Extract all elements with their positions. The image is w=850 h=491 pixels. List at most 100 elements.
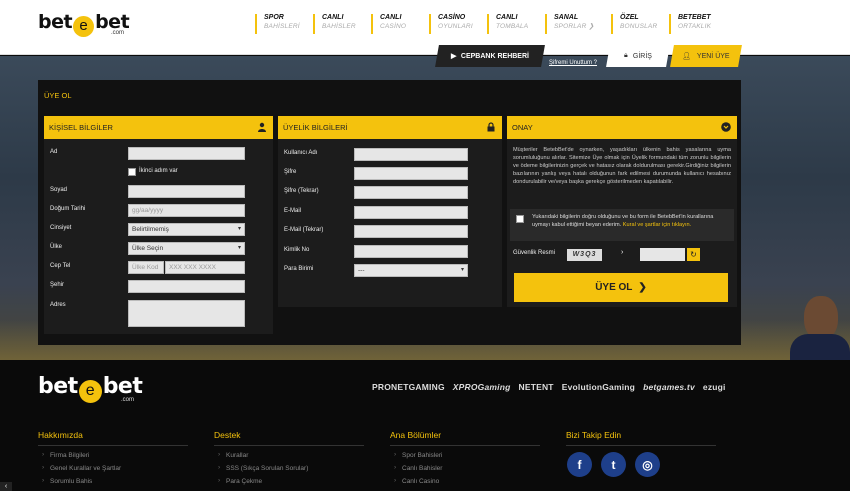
logo-e-badge: e — [78, 380, 102, 403]
arrow-right-icon: › — [621, 249, 624, 256]
email-input[interactable] — [354, 206, 468, 219]
twitter-icon[interactable]: t — [601, 452, 626, 477]
country-value: Ülke Seçin — [132, 245, 164, 252]
password-input[interactable] — [354, 167, 468, 180]
city-input[interactable] — [128, 280, 245, 293]
footer-link[interactable]: Sorumlu Bahis — [38, 477, 188, 485]
footer-link[interactable]: Canlı Bahisler — [390, 464, 540, 472]
gender-select[interactable]: Belirtilmemiş ▾ — [128, 223, 245, 236]
membership-info-header: ÜYELİK BİLGİLERİ — [278, 116, 502, 139]
currency-value: --- — [358, 267, 365, 274]
logo-domain: .com — [121, 397, 135, 403]
forgot-password-link[interactable]: Şifremi Unuttum ? — [549, 60, 597, 66]
nav-sublabel: OYUNLARI — [438, 23, 473, 30]
password-confirm-input[interactable] — [354, 186, 468, 199]
phone-country-code-input[interactable]: Ülke Kod — [128, 261, 164, 274]
footer-col-about: Hakkımızda Firma Bilgileri Genel Kuralla… — [38, 430, 188, 485]
email-confirm-input[interactable] — [354, 225, 468, 238]
nav-label: ÖZEL — [620, 14, 639, 21]
provider-evolution: EvolutionGaming — [561, 382, 636, 392]
username-input[interactable] — [354, 148, 468, 161]
provider-xprogaming: XPROGaming — [452, 382, 511, 392]
nav-label: CASİNO — [438, 14, 466, 21]
nav-spor-bahisleri[interactable]: SPOR BAHİSLERİ — [255, 14, 313, 34]
footer-col-title: Bizi Takip Edin — [566, 430, 716, 446]
nav-canli-bahisler[interactable]: CANLI BAHİSLER — [313, 14, 371, 34]
country-select[interactable]: Ülke Seçin ▾ — [128, 242, 245, 255]
submit-register-button[interactable]: ÜYE OL ❯ — [514, 273, 728, 302]
id-number-input[interactable] — [354, 245, 468, 258]
terms-text: Müşteriler BetebBet'de oynarken, yaşadık… — [513, 147, 731, 185]
instagram-icon[interactable]: ◎ — [635, 452, 660, 477]
phone-number-input[interactable]: XXX XXX XXXX — [165, 261, 245, 274]
main-nav: SPOR BAHİSLERİ CANLI BAHİSLER CANLI CASİNO … — [255, 14, 727, 34]
chevron-circle-icon[interactable] — [721, 122, 731, 132]
second-name-checkbox[interactable] — [128, 168, 136, 176]
gender-value: Belirtilmemiş — [132, 226, 169, 233]
nav-label: CANLI — [322, 14, 344, 21]
footer-link[interactable]: Para Çekme — [214, 477, 364, 485]
nav-ozel-bonuslar[interactable]: ÖZEL BONUSLAR — [611, 14, 669, 34]
footer-col-social: Bizi Takip Edin — [566, 430, 716, 446]
footer-link[interactable]: Firma Bilgileri — [38, 451, 188, 459]
chevron-right-icon: ❯ — [638, 282, 647, 293]
login-label: GİRİŞ — [633, 52, 653, 60]
section-title: ONAY — [512, 123, 533, 132]
logo-text-left: bet — [38, 11, 73, 33]
facebook-icon[interactable]: f — [567, 452, 592, 477]
first-name-input[interactable] — [128, 147, 245, 160]
label-sifre: Şifre — [284, 169, 297, 175]
footer-link[interactable]: SSS (Sıkça Sorulan Sorular) — [214, 464, 364, 472]
logo-text-left: bet — [38, 374, 78, 399]
label-cinsiyet: Cinsiyet — [50, 225, 72, 231]
register-button[interactable]: 👤︎ YENİ ÜYE — [670, 45, 742, 67]
logo-domain: .com — [111, 30, 125, 36]
nav-sublabel: ORTAKLIK — [678, 23, 712, 30]
registration-panel: ÜYE OL KİŞİSEL BİLGİLER Ad İkinci adım v… — [38, 80, 741, 345]
terms-checkbox[interactable] — [516, 215, 524, 223]
birthdate-input[interactable]: gg/aa/yyyy — [128, 204, 245, 217]
nav-sublabel: TOMBALA — [496, 23, 529, 30]
label-para: Para Birimi — [284, 266, 314, 272]
nav-label: BETEBET — [678, 14, 711, 21]
chevron-down-icon: ▾ — [460, 267, 464, 273]
nav-casino-oyunlari[interactable]: CASİNO OYUNLARI — [429, 14, 487, 34]
terms-link[interactable]: Kural ve şartlar için tıklayın. — [623, 222, 691, 228]
last-name-input[interactable] — [128, 185, 245, 198]
login-button[interactable]: 🔒︎ GİRİŞ — [606, 45, 670, 67]
footer-link[interactable]: Kurallar — [214, 451, 364, 459]
provider-ezugi: ezugi — [702, 382, 726, 392]
chevron-down-icon: ▾ — [237, 226, 241, 232]
personal-info-header: KİŞİSEL BİLGİLER — [44, 116, 273, 139]
captcha-input[interactable] — [640, 248, 685, 261]
footer-col-sections: Ana Bölümler Spor Bahisleri Canlı Bahisl… — [390, 430, 540, 485]
cepbank-guide-button[interactable]: ▶ CEPBANK REHBERİ — [435, 45, 545, 67]
nav-canli-tombala[interactable]: CANLI TOMBALA — [487, 14, 545, 34]
nav-canli-casino[interactable]: CANLI CASİNO — [371, 14, 429, 34]
footer-logo[interactable]: bet e bet .com — [38, 374, 143, 403]
footer-link[interactable]: Genel Kurallar ve Şartlar — [38, 464, 188, 472]
address-textarea[interactable] — [128, 300, 245, 327]
footer-col-title: Hakkımızda — [38, 430, 188, 446]
nav-label: SPOR — [264, 14, 284, 21]
lock-icon: 🔒︎ — [623, 52, 628, 59]
site-footer: bet e bet .com PRONETGAMING XPROGaming NET… — [0, 360, 850, 491]
nav-sanal-sporlar[interactable]: SANAL SPORLAR ❯ — [545, 14, 611, 34]
label-ulke: Ülke — [50, 244, 63, 250]
refresh-icon[interactable]: ↻ — [687, 248, 700, 261]
terms-consent-box: Yukarıdaki bilgilerin doğru olduğunu ve … — [510, 209, 734, 241]
nav-betebet-ortaklik[interactable]: BETEBET ORTAKLIK — [669, 14, 727, 34]
back-arrow-icon[interactable]: ‹ — [0, 482, 12, 491]
provider-netent: NETENT — [518, 382, 554, 392]
footer-link[interactable]: Canlı Casino — [390, 477, 540, 485]
label-dogum: Doğum Tarihi — [50, 206, 86, 212]
provider-logos: PRONETGAMING XPROGaming NETENT Evolution… — [372, 382, 726, 392]
footer-link[interactable]: Spor Bahisleri — [390, 451, 540, 459]
terms-consent-text: Yukarıdaki bilgilerin doğru olduğunu ve … — [532, 213, 728, 229]
site-logo[interactable]: bet e bet .com — [38, 11, 130, 37]
label-cep: Cep Tel — [50, 263, 71, 269]
section-title: ÜYELİK BİLGİLERİ — [283, 123, 348, 132]
label-email: E-Mail — [284, 208, 302, 214]
provider-pronetgaming: PRONETGAMING — [372, 382, 445, 392]
currency-select[interactable]: --- ▾ — [354, 264, 468, 277]
